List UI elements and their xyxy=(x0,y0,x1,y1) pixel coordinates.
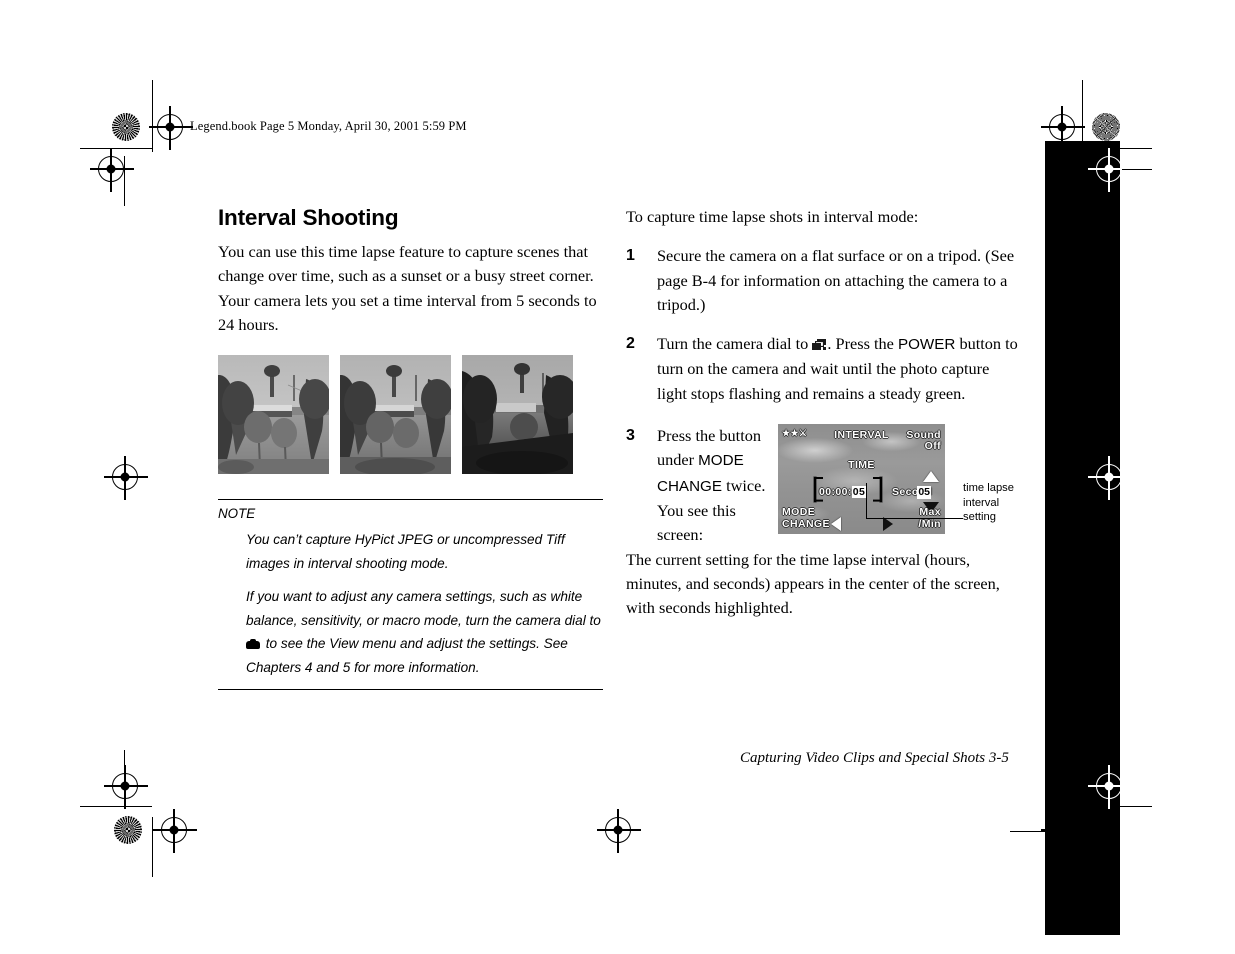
lcd-bracket-right xyxy=(873,477,882,503)
step-2-text-b: . Press the xyxy=(827,334,894,354)
lcd-clock-hours: 00 xyxy=(819,486,832,499)
crop-mark-horizontal-right-lower xyxy=(1120,806,1152,808)
step-2-number: 2 xyxy=(626,335,635,353)
registration-target-right-upper xyxy=(1088,148,1132,192)
lcd-increase-arrow-icon xyxy=(923,471,939,483)
lcd-softkey-right-line1: Max xyxy=(919,505,941,518)
registration-starburst-top-right xyxy=(1092,113,1120,141)
lcd-softkey-right-line2: /Min xyxy=(918,517,941,530)
callout-label: time lapse interval setting xyxy=(963,481,1038,525)
note-paragraph-2: If you want to adjust any camera setting… xyxy=(246,585,603,680)
interval-mode-dial-icon xyxy=(812,339,827,350)
lcd-clock-seconds-highlighted: 05 xyxy=(851,486,867,499)
running-head: Legend.book Page 5 Monday, April 30, 200… xyxy=(190,119,467,133)
step-1-number: 1 xyxy=(626,247,635,265)
lead-in-paragraph: To capture time lapse shots in interval … xyxy=(626,207,919,226)
registration-target-left-middle xyxy=(104,456,148,500)
lcd-previous-arrow-icon xyxy=(831,517,841,532)
note-label: NOTE xyxy=(218,506,256,522)
left-column: Interval Shooting You can use this time … xyxy=(218,205,603,690)
registration-starburst-top-left xyxy=(112,113,140,141)
crop-mark-vertical-right-top xyxy=(1082,80,1084,142)
page-canvas: Legend.book Page 5 Monday, April 30, 200… xyxy=(0,0,1235,954)
registration-target-bottom-center xyxy=(597,809,641,853)
camera-dial-view-icon xyxy=(246,639,260,650)
right-column: To capture time lapse shots in interval … xyxy=(626,205,1021,626)
power-button-label: POWER xyxy=(897,336,956,354)
callout-line-3: setting xyxy=(963,511,996,523)
registration-target-top-right xyxy=(1041,106,1085,150)
step-2-text-a: Turn the camera dial to xyxy=(657,334,809,354)
lcd-unit-value-highlighted: 05 xyxy=(917,486,931,499)
closing-paragraph: The current setting for the time lapse i… xyxy=(626,549,1000,618)
lcd-interval-clock: 00:00:05 xyxy=(819,486,867,499)
lcd-time-label: TIME xyxy=(848,459,875,472)
callout-line-1: time lapse xyxy=(963,482,1014,494)
crop-mark-vertical-left-lower xyxy=(124,750,126,806)
crop-mark-horizontal-left-lower xyxy=(80,806,152,808)
step-1-text: Secure the camera on a flat surface or o… xyxy=(657,246,1015,314)
step-3: 3 Press the button under MODE CHANGE twi… xyxy=(626,424,1021,547)
registration-target-right-lower xyxy=(1088,765,1132,809)
crop-mark-horizontal-right-upper xyxy=(1120,148,1152,150)
lcd-mode-title: INTERVAL xyxy=(834,429,889,442)
lcd-status-icons: ★★⚔ xyxy=(782,428,808,439)
callout-line-2: interval xyxy=(963,496,1000,509)
crop-mark-vertical-left-upper2 xyxy=(124,156,126,206)
photo-thumbnail-1 xyxy=(218,355,329,475)
registration-target-bottom-left xyxy=(153,809,197,853)
crop-mark-horizontal-left-upper xyxy=(80,148,152,150)
lcd-clock-minutes: 00 xyxy=(835,486,848,499)
registration-target-right-middle xyxy=(1088,456,1132,500)
callout-leader-horizontal xyxy=(866,518,963,520)
step-2: 2 Turn the camera dial to . Press the PO… xyxy=(626,332,1021,406)
photo-thumbnail-2 xyxy=(340,355,451,475)
crop-mark-vertical-left-top xyxy=(152,80,154,152)
intro-paragraph: You can use this time lapse feature to c… xyxy=(218,242,597,334)
lcd-softkey-left-line1: MODE xyxy=(782,505,816,518)
callout-leader-vertical xyxy=(866,483,868,519)
lcd-sound-value: Off xyxy=(924,440,941,453)
step-3-text: Press the button under MODE CHANGE twice… xyxy=(657,424,777,547)
step-2-text: Turn the camera dial to . Press the POWE… xyxy=(657,332,1021,406)
photo-thumbnail-3 xyxy=(462,355,573,475)
step-3-number: 3 xyxy=(626,427,635,445)
photo-sequence xyxy=(218,355,603,475)
note-box: NOTE You can’t capture HyPict JPEG or un… xyxy=(218,499,603,690)
crop-mark-horizontal-right-upper2 xyxy=(1122,169,1152,171)
page-title: Interval Shooting xyxy=(218,205,399,230)
note-paragraph-1: You can’t capture HyPict JPEG or uncompr… xyxy=(246,532,565,571)
page-footer: Capturing Video Clips and Special Shots … xyxy=(740,750,1009,766)
registration-target-left-upper xyxy=(90,148,134,192)
registration-starburst-bottom-left xyxy=(114,816,142,844)
registration-target-top-left xyxy=(149,106,193,150)
step-1: 1 Secure the camera on a flat surface or… xyxy=(626,244,1021,317)
note-paragraph-2-text-a: If you want to adjust any camera setting… xyxy=(246,588,601,628)
crop-mark-horizontal-bottom-right xyxy=(1010,831,1050,833)
lcd-sound-label: Sound xyxy=(906,429,941,442)
lcd-softkey-left-line2: CHANGE xyxy=(782,517,830,530)
crop-mark-vertical-bottom-left xyxy=(152,817,154,877)
note-paragraph-2-text-b: to see the View menu and adjust the sett… xyxy=(246,636,568,676)
thumb-tab-bar xyxy=(1045,141,1120,935)
